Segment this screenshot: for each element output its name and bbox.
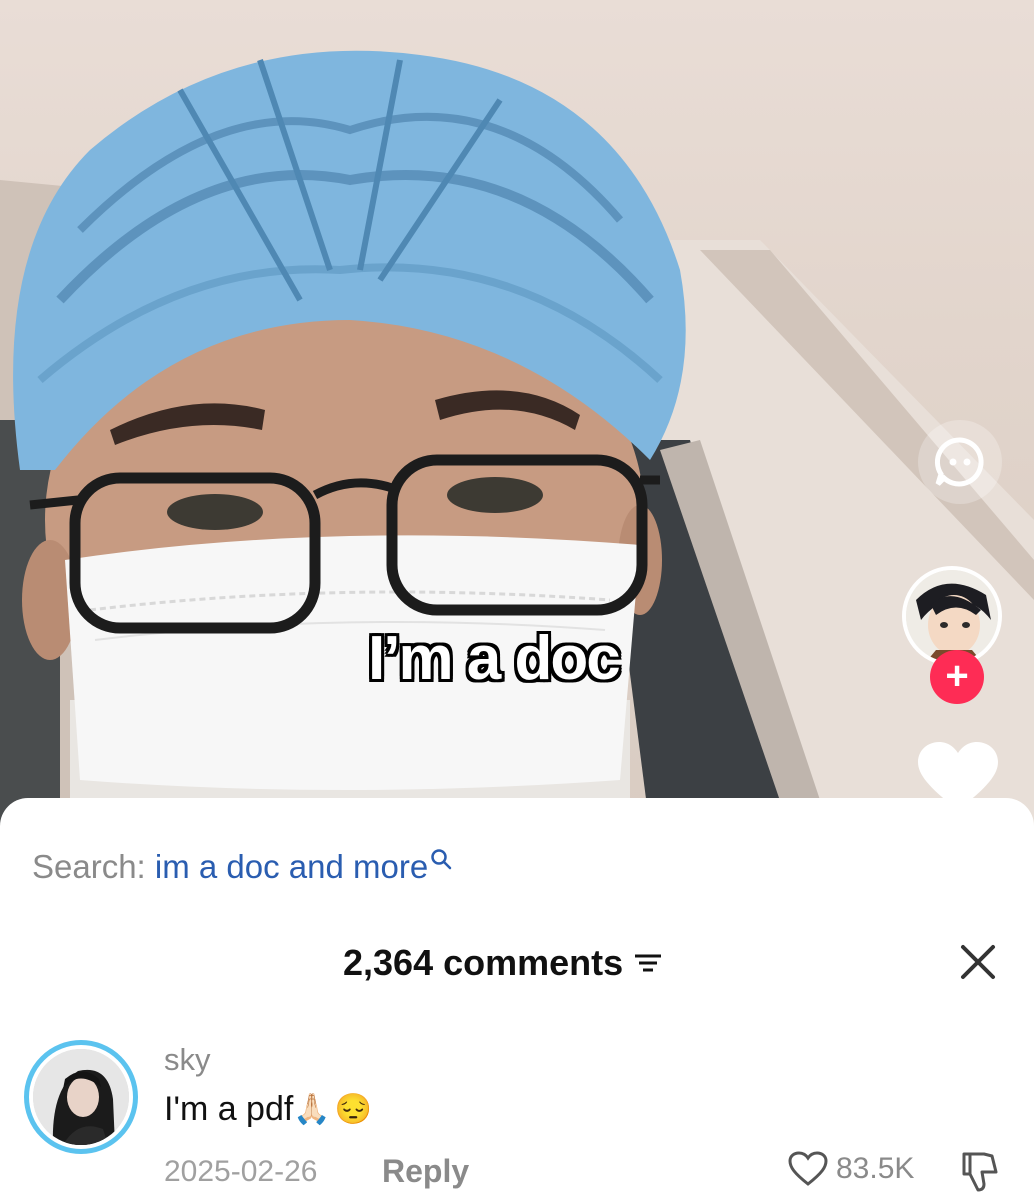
comment-emoji-pray: 🙏🏻 (293, 1093, 331, 1126)
dislike-icon[interactable] (956, 1150, 1000, 1194)
reply-button[interactable]: Reply (382, 1153, 469, 1190)
comments-header: 2,364 comments (343, 942, 663, 984)
comment-like-count: 83.5K (836, 1152, 915, 1185)
comment-body: I'm a pdf (164, 1090, 294, 1128)
video-caption: I’m a doc (368, 624, 621, 693)
search-suggestion[interactable]: Search: im a doc and more (32, 848, 452, 886)
comment-text: I'm a pdf 🙏🏻 😔 (164, 1090, 372, 1129)
comments-count-label: 2,364 comments (343, 942, 624, 983)
search-prefix: Search: (32, 848, 146, 885)
follow-button[interactable]: + (930, 650, 984, 704)
comment-date: 2025-02-26 (164, 1155, 318, 1188)
video-frame (0, 50, 1034, 830)
comment-button[interactable] (918, 420, 1002, 504)
comment-emoji-pensive: 😔 (334, 1093, 373, 1126)
search-query-link[interactable]: im a doc and more (155, 848, 428, 885)
heart-outline-icon (788, 1151, 828, 1186)
creator-avatar-image (906, 570, 998, 662)
sort-filter-icon[interactable] (633, 951, 663, 975)
comment-username[interactable]: sky (164, 1042, 211, 1078)
commenter-avatar[interactable] (24, 1040, 138, 1154)
commenter-avatar-image (33, 1049, 129, 1145)
search-icon (431, 849, 452, 870)
comment-like-button[interactable]: 83.5K (788, 1151, 914, 1187)
chat-bubble-icon (934, 437, 984, 487)
close-icon[interactable] (960, 944, 996, 980)
video-player[interactable]: I’m a doc + (0, 0, 1034, 830)
